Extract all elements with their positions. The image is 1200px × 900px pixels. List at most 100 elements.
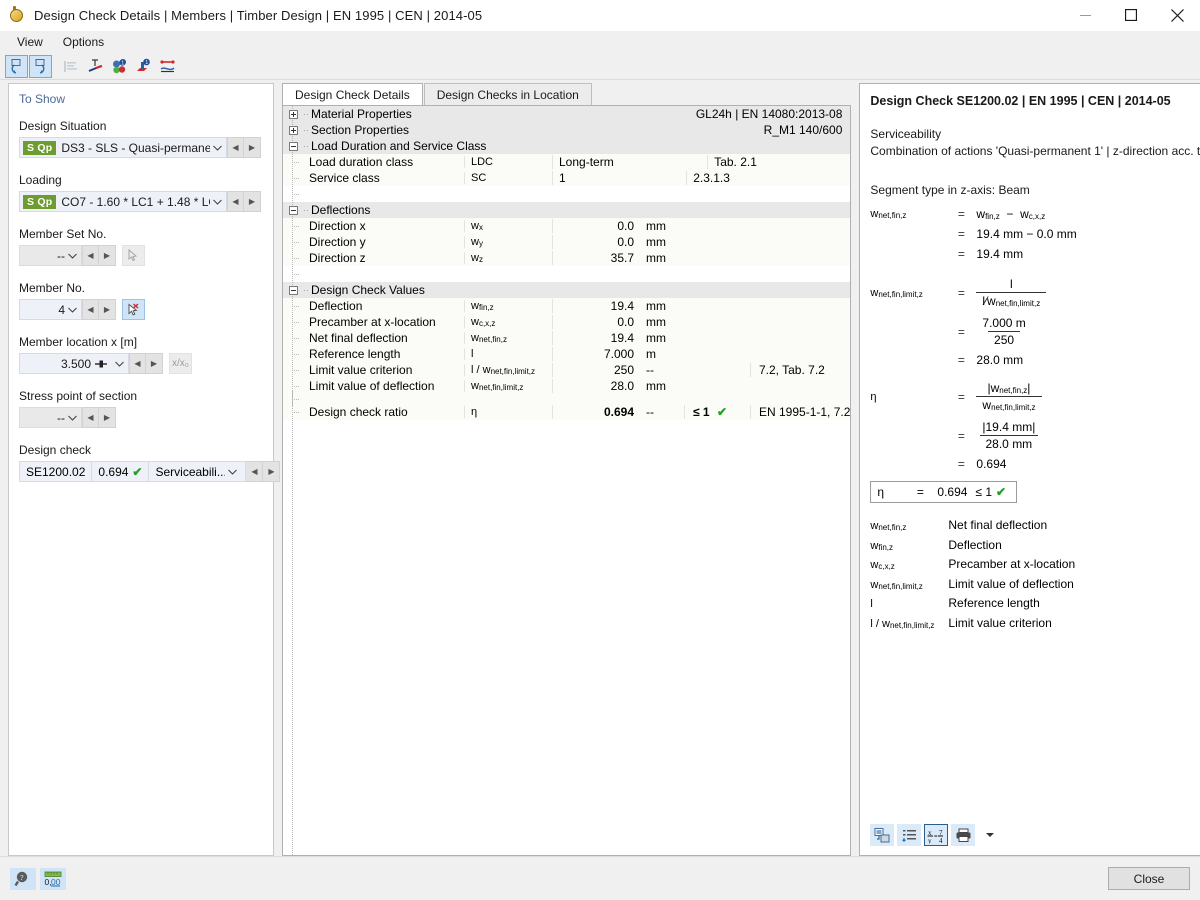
tab-design-check-details[interactable]: Design Check Details xyxy=(282,83,423,105)
stress-point-icon[interactable] xyxy=(84,55,107,78)
units-decimal-icon[interactable]: 0, 00 xyxy=(40,868,66,890)
member-no-select[interactable]: 4 xyxy=(19,299,82,320)
relative-location-toggle-button[interactable]: x/x₀ xyxy=(169,353,192,374)
loading-next-button[interactable]: ▶ xyxy=(244,191,261,212)
help-magnifier-icon[interactable]: ? xyxy=(10,868,36,890)
member-location-next-button[interactable]: ▶ xyxy=(146,353,163,374)
member-no-next-button[interactable]: ▶ xyxy=(99,299,116,320)
tree-data-row[interactable]: Design check ratioη0.694--≤ 1 ✔EN 1995-1… xyxy=(283,404,850,420)
expand-plus-icon[interactable] xyxy=(283,110,303,119)
tree-data-row[interactable]: Direction zwz35.7mm xyxy=(283,250,850,266)
eq1-lhs: wnet,fin,z xyxy=(870,208,946,220)
tree-group-row[interactable]: ··Design Check Values xyxy=(283,282,850,298)
tree-data-row[interactable]: Load duration classLDCLong-termTab. 2.1 xyxy=(283,154,850,170)
tree-data-row[interactable]: Deflectionwfin,z19.4mm xyxy=(283,298,850,314)
tree-group-row[interactable]: ··Section PropertiesR_M1 140/600 xyxy=(283,122,850,138)
row-label: Direction z xyxy=(301,251,464,265)
legend-text: Net final deflection xyxy=(948,518,1200,532)
row-symbol: wc,x,z xyxy=(464,316,552,328)
collapse-minus-icon[interactable] xyxy=(283,142,303,151)
design-check-id[interactable]: SE1200.02 xyxy=(19,461,91,482)
chevron-down-icon[interactable] xyxy=(65,253,79,259)
chevron-down-icon[interactable] xyxy=(65,307,79,313)
show-formulas-icon[interactable]: x y = 7 4 xyxy=(924,824,948,846)
minimize-icon[interactable] xyxy=(1062,0,1108,31)
tree-group-row[interactable]: ··Deflections xyxy=(283,202,850,218)
tab-design-checks-in-location[interactable]: Design Checks in Location xyxy=(424,83,592,105)
undo-arrow-icon[interactable] xyxy=(5,55,28,78)
chevron-down-icon[interactable] xyxy=(225,469,239,475)
design-check-type-select[interactable]: Serviceabili... xyxy=(148,461,246,482)
menu-item-view[interactable]: View xyxy=(8,33,52,51)
tree-data-row[interactable]: Direction xwx0.0mm xyxy=(283,218,850,234)
redo-arrow-icon[interactable] xyxy=(29,55,52,78)
list-details-icon[interactable] xyxy=(897,824,921,846)
result-box-limit: ≤ 1 xyxy=(975,485,992,499)
design-check-ratio-cell[interactable]: 0.694 ✔ xyxy=(91,461,148,482)
tree-data-row[interactable]: Limit value criterionl / wnet,fin,limit,… xyxy=(283,362,850,378)
chevron-down-icon[interactable] xyxy=(65,415,79,421)
tree-group-value: GL24h | EN 14080:2013-08 xyxy=(696,107,851,121)
print-icon[interactable] xyxy=(951,824,975,846)
loading-prev-button[interactable]: ◀ xyxy=(227,191,244,212)
tree-data-row[interactable]: Precamber at x-locationwc,x,z0.0mm xyxy=(283,314,850,330)
member-pick-icon[interactable] xyxy=(122,299,145,320)
diagram-curve-icon[interactable] xyxy=(156,55,179,78)
member-set-no-select[interactable]: -- xyxy=(19,245,82,266)
collapse-minus-icon[interactable] xyxy=(283,206,303,215)
member-set-pick-icon[interactable] xyxy=(122,245,145,266)
close-button[interactable]: Close xyxy=(1108,867,1190,890)
eq1-rhs-2: 19.4 mm − 0.0 mm xyxy=(976,227,1076,241)
formula-panel-heading: Design Check SE1200.02 | EN 1995 | CEN |… xyxy=(860,84,1200,108)
legend-symbol: wc,x,z xyxy=(870,559,948,571)
stress-point-next-button[interactable]: ▶ xyxy=(99,407,116,428)
row-label: Load duration class xyxy=(301,155,464,169)
tree-data-row[interactable]: Reference lengthl7.000m xyxy=(283,346,850,362)
design-check-tree[interactable]: ··Material PropertiesGL24h | EN 14080:20… xyxy=(282,105,851,856)
menu-item-options[interactable]: Options xyxy=(54,33,113,51)
member-set-no-next-button[interactable]: ▶ xyxy=(99,245,116,266)
close-icon[interactable] xyxy=(1154,0,1200,31)
member-set-no-prev-button[interactable]: ◀ xyxy=(82,245,99,266)
design-situation-prev-button[interactable]: ◀ xyxy=(227,137,244,158)
legend-row: wfin,z Deflection xyxy=(870,538,1200,552)
tree-group-row[interactable]: ··Material PropertiesGL24h | EN 14080:20… xyxy=(283,106,850,122)
export-image-icon[interactable] xyxy=(870,824,894,846)
member-no-prev-button[interactable]: ◀ xyxy=(82,299,99,320)
tree-data-row[interactable]: Service classSC12.3.1.3 xyxy=(283,170,850,186)
tree-spacer-row xyxy=(283,186,850,202)
eq2-result: 28.0 mm xyxy=(976,353,1023,367)
design-situation-next-button[interactable]: ▶ xyxy=(244,137,261,158)
tree-data-row[interactable]: Limit value of deflectionwnet,fin,limit,… xyxy=(283,378,850,394)
eq2-lhs: wnet,fin,limit,z xyxy=(870,287,946,299)
check-mark-icon: ✔ xyxy=(132,465,142,479)
design-situation-select[interactable]: S Qp DS3 - SLS - Quasi-permanent xyxy=(19,137,227,158)
print-dropdown-icon[interactable] xyxy=(978,824,1002,846)
tree-data-row[interactable]: Net final deflectionwnet,fin,z19.4mm xyxy=(283,330,850,346)
design-check-next-button[interactable]: ▶ xyxy=(263,461,280,482)
chevron-down-icon[interactable] xyxy=(112,361,126,367)
results-dots-icon[interactable]: 1 xyxy=(108,55,131,78)
stress-point-prev-button[interactable]: ◀ xyxy=(82,407,99,428)
loading-select[interactable]: S Qp CO7 - 1.60 * LC1 + 1.48 * LC2... xyxy=(19,191,227,212)
member-no-row: 4 ◀ ▶ xyxy=(19,299,263,320)
stress-point-select[interactable]: -- xyxy=(19,407,82,428)
member-result-icon[interactable]: 1 xyxy=(132,55,155,78)
member-location-input[interactable]: 3.500 xyxy=(19,353,129,374)
expand-plus-icon[interactable] xyxy=(283,126,303,135)
row-label: Limit value criterion xyxy=(301,363,464,377)
design-check-prev-button[interactable]: ◀ xyxy=(246,461,263,482)
design-check-ratio: 0.694 xyxy=(98,465,128,479)
chevron-down-icon[interactable] xyxy=(210,199,224,205)
chevron-down-icon[interactable] xyxy=(210,145,224,151)
maximize-icon[interactable] xyxy=(1108,0,1154,31)
tree-group-row[interactable]: ··Load Duration and Service Class xyxy=(283,138,850,154)
row-label: Precamber at x-location xyxy=(301,315,464,329)
to-show-header: To Show xyxy=(19,92,263,106)
member-location-prev-button[interactable]: ◀ xyxy=(129,353,146,374)
tree-data-row[interactable]: Direction ywy0.0mm xyxy=(283,234,850,250)
row-reference: Tab. 2.1 xyxy=(707,155,850,169)
eq2-equals-2: = xyxy=(946,325,976,339)
collapse-minus-icon[interactable] xyxy=(283,286,303,295)
tree-branch-connector xyxy=(283,362,301,378)
